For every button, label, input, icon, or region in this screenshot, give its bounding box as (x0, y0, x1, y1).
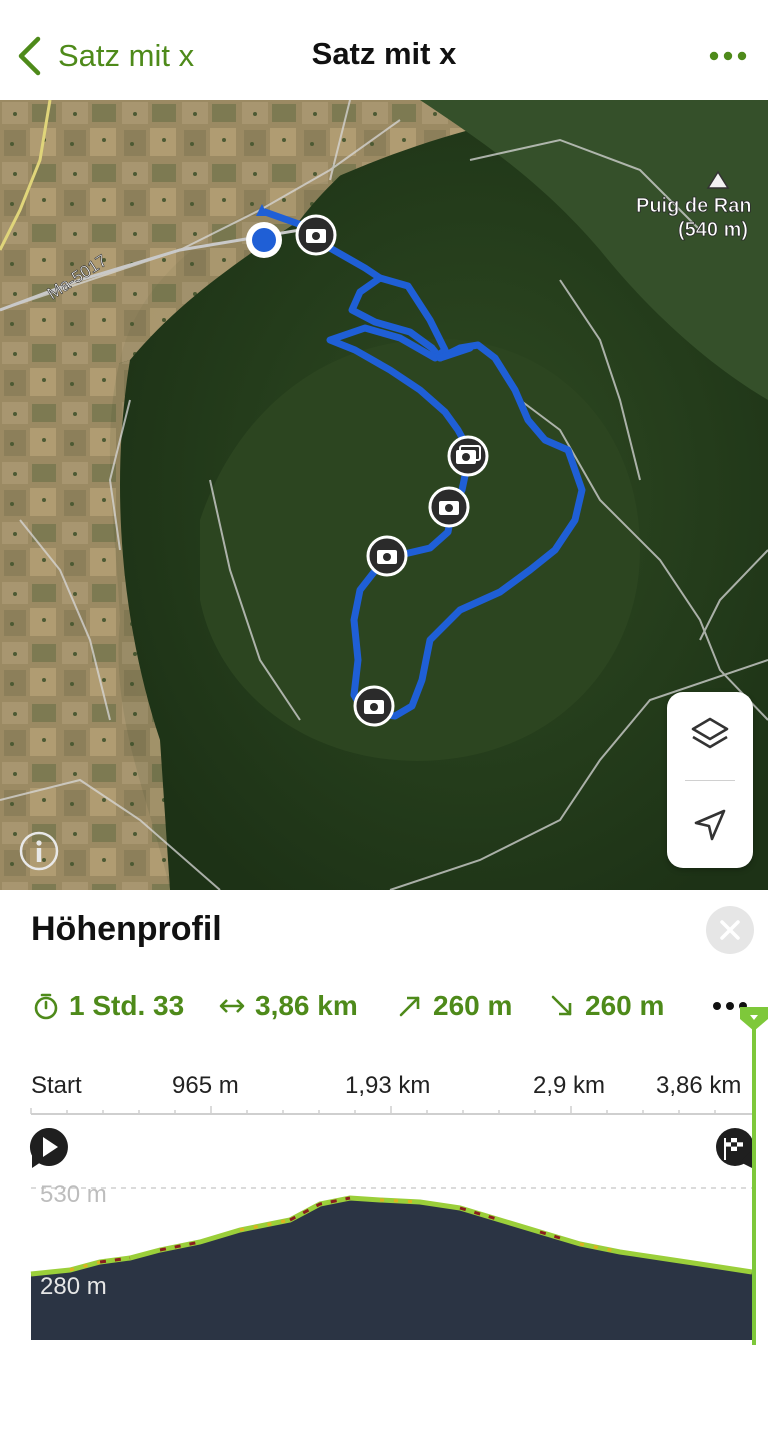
stats-row: 1 Std. 33 3,86 km 260 m 260 m (31, 986, 751, 1026)
stopwatch-icon (34, 993, 58, 1020)
elevation-area (31, 1198, 752, 1340)
position-cursor[interactable] (739, 1005, 768, 1345)
peak-name-label: Puig de Ran (636, 195, 752, 217)
locate-button[interactable] (667, 782, 753, 868)
ascent-arrow-icon (399, 996, 420, 1017)
distance-stat: 3,86 km (217, 986, 358, 1026)
divider (685, 780, 735, 781)
descent-value: 260 m (585, 990, 665, 1021)
photo-marker-icon[interactable] (295, 214, 337, 256)
more-icon[interactable] (708, 46, 748, 66)
map-view[interactable]: Ma-5017 Puig de Ran (540 m) (0, 100, 768, 890)
map-controls (667, 692, 753, 868)
distance-axis: Start 965 m 1,93 km 2,9 km 3,86 km (0, 1060, 768, 1120)
elevation-chart: 530 m 280 m (29, 1128, 754, 1340)
photo-marker-icon[interactable] (447, 435, 489, 477)
peak-elevation-label: (540 m) (678, 219, 748, 241)
layers-button[interactable] (667, 692, 753, 778)
distance-value: 3,86 km (255, 990, 358, 1021)
layers-icon (691, 717, 729, 749)
panel-title: Höhenprofil (31, 910, 222, 948)
max-elevation-label: 530 m (40, 1181, 107, 1208)
descent-stat: 260 m (547, 986, 664, 1026)
photo-marker-icon[interactable] (366, 535, 408, 577)
info-icon[interactable] (18, 830, 60, 872)
navigation-arrow-icon (694, 809, 726, 841)
duration-value: 1 Std. 33 (69, 990, 185, 1021)
axis-ticks (30, 1106, 752, 1115)
ascent-stat: 260 m (395, 986, 512, 1026)
close-icon (720, 920, 740, 940)
close-button[interactable] (706, 906, 754, 954)
min-elevation-label: 280 m (40, 1273, 107, 1300)
header: Satz mit x Satz mit x (0, 0, 768, 100)
satellite-map: Ma-5017 Puig de Ran (540 m) (0, 100, 768, 890)
start-marker-icon (29, 1128, 68, 1168)
elevation-panel: Höhenprofil 1 Std. 33 3,86 km 260 m 260 … (0, 890, 768, 1440)
distance-arrows-icon (219, 999, 245, 1013)
page-title: Satz mit x (311, 36, 457, 71)
photo-marker-icon[interactable] (428, 486, 470, 528)
ascent-value: 260 m (433, 990, 513, 1021)
photo-marker-icon[interactable] (353, 685, 395, 727)
descent-arrow-icon (551, 995, 572, 1016)
duration-stat: 1 Std. 33 (31, 986, 184, 1026)
elevation-profile[interactable]: 530 m 280 m (0, 1007, 768, 1380)
